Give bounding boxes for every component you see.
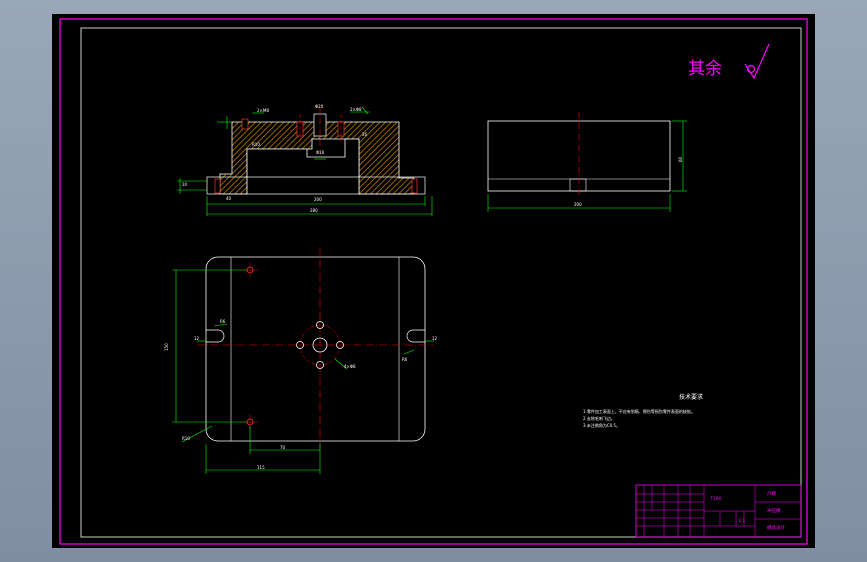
plan-view: 150 70 115 R10 4×Φ8 R6 R6 12 12 [164, 247, 438, 474]
svg-text:R10: R10 [182, 436, 190, 441]
side-view: 200 60 [487, 112, 687, 212]
title-material: T10A [709, 496, 722, 502]
svg-text:280: 280 [310, 208, 318, 213]
drawing-canvas: 其余 200 280 10 40 2×M8 2×Φ8 Φ20 Φ16 R10 2… [59, 18, 808, 545]
svg-text:12: 12 [194, 336, 200, 341]
svg-text:200: 200 [314, 197, 322, 202]
tech-line-1: 1.零件加工表面上，不应有划痕、擦伤等损伤零件表面的缺陷。 [583, 408, 695, 414]
title-scale: 1:1 [738, 518, 745, 524]
svg-text:2×M8: 2×M8 [257, 108, 269, 113]
svg-text:R10: R10 [252, 142, 260, 147]
svg-text:40: 40 [226, 196, 232, 201]
svg-text:R6: R6 [402, 357, 408, 362]
svg-text:60: 60 [678, 156, 683, 162]
svg-text:200: 200 [574, 202, 582, 207]
svg-text:Φ16: Φ16 [316, 150, 325, 155]
svg-text:26: 26 [362, 132, 368, 137]
inner-frame [80, 27, 802, 538]
title-part-name: 凸模 [767, 490, 776, 497]
title-drawing-name: 冲压模 [767, 507, 781, 514]
title-school: 模具设计 [767, 524, 785, 531]
tech-title: 技术要求 [679, 393, 703, 401]
roughness-symbol-icon [744, 43, 770, 80]
front-section-view: 200 280 10 40 2×M8 2×Φ8 Φ20 Φ16 R10 26 [177, 104, 433, 216]
svg-text:70: 70 [280, 445, 286, 450]
svg-text:Φ20: Φ20 [315, 104, 324, 109]
cad-viewport[interactable]: 其余 200 280 10 40 2×M8 2×Φ8 Φ20 Φ16 R10 2… [52, 14, 815, 548]
svg-text:2×Φ8: 2×Φ8 [350, 107, 362, 112]
svg-text:115: 115 [257, 465, 265, 470]
technical-requirements: 技术要求 1.零件加工表面上，不应有划痕、擦伤等损伤零件表面的缺陷。 2.去除毛… [583, 393, 703, 428]
title-block: T10A 凸模 冲压模 模具设计 1:1 [635, 484, 802, 538]
svg-text:4×Φ8: 4×Φ8 [344, 364, 356, 369]
svg-text:10: 10 [182, 182, 188, 187]
roughness-note: 其余 [688, 43, 770, 80]
svg-text:12: 12 [432, 336, 438, 341]
tech-line-3: 3.未注倒角为C0.5。 [583, 422, 620, 428]
tech-line-2: 2.去除毛刺飞边。 [583, 415, 615, 421]
roughness-text: 其余 [688, 59, 722, 79]
svg-text:150: 150 [164, 343, 169, 351]
outer-border [59, 18, 808, 545]
svg-text:R6: R6 [220, 319, 226, 324]
